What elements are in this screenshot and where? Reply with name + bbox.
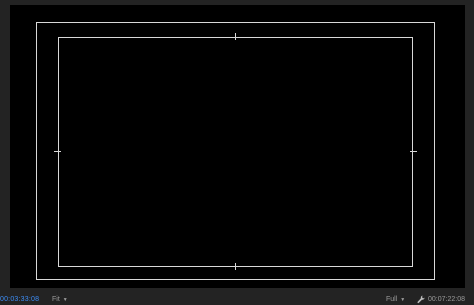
wrench-icon[interactable] [417,295,425,304]
title-safe-margin [58,37,413,267]
center-mark-bottom [235,263,236,270]
zoom-level-select[interactable]: Fit ▼ [52,294,68,305]
program-monitor: 00:03:33:08 Fit ▼ Full ▼ 00:07:22:08 [0,0,474,305]
chevron-down-icon: ▼ [62,297,68,303]
sequence-duration-timecode: 00:07:22:08 [428,296,465,303]
center-mark-left [54,151,61,152]
chevron-down-icon: ▼ [400,297,406,303]
playback-resolution-select[interactable]: Full ▼ [386,294,405,305]
zoom-level-label: Fit [52,296,60,303]
monitor-controls-bar: 00:03:33:08 Fit ▼ Full ▼ 00:07:22:08 [0,294,474,305]
playback-resolution-label: Full [386,296,398,303]
center-mark-right [410,151,417,152]
center-mark-top [235,33,236,40]
playhead-timecode[interactable]: 00:03:33:08 [0,294,39,305]
